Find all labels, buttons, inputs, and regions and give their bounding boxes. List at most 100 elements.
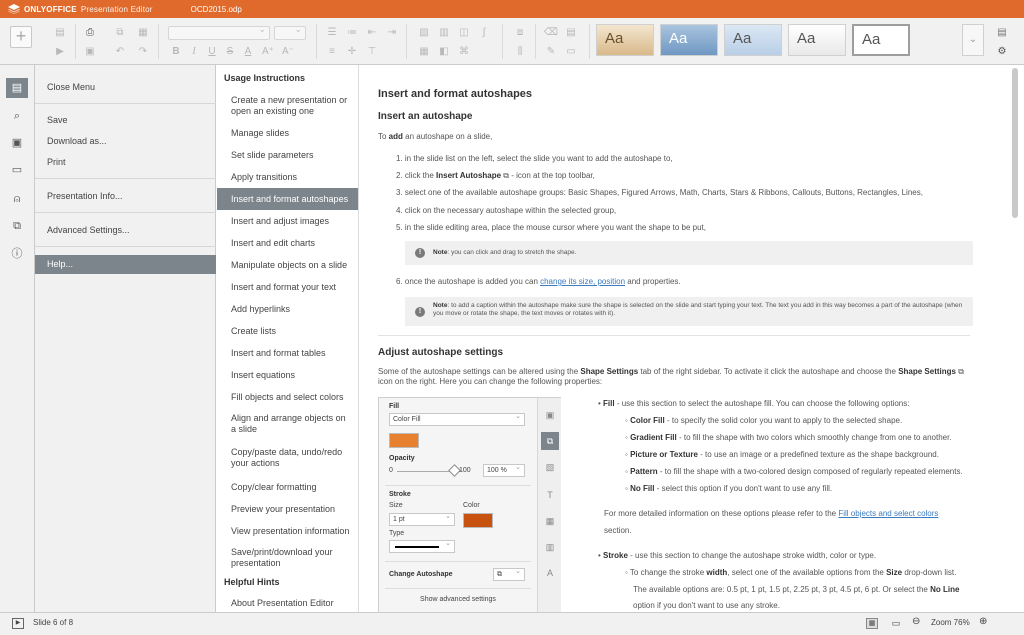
line-spacing-icon[interactable]: ✛: [344, 45, 360, 59]
fill-colors-link[interactable]: Fill objects and select colors: [838, 509, 938, 518]
save-icon[interactable]: ▣: [82, 45, 98, 59]
toc-item[interactable]: Insert and adjust images: [217, 211, 358, 231]
decrease-indent-icon[interactable]: ⇤: [364, 26, 380, 40]
toc-item[interactable]: Insert equations: [217, 365, 358, 385]
clear-style-icon[interactable]: ⌫: [543, 26, 559, 40]
settings-icon[interactable]: ⚙: [994, 45, 1010, 59]
size-position-link[interactable]: change its size, position: [540, 277, 625, 286]
comments-icon[interactable]: ▭: [6, 160, 28, 180]
theme-thumbnail[interactable]: Aa: [852, 24, 910, 56]
equation-icon[interactable]: ∫: [476, 26, 492, 40]
add-slide-button[interactable]: +: [10, 26, 32, 48]
copy-icon[interactable]: ⧉: [112, 26, 128, 40]
theme-thumbnail[interactable]: Aa: [596, 24, 654, 56]
bold-icon[interactable]: B: [168, 45, 184, 59]
font-shrink-icon[interactable]: A⁻: [280, 45, 296, 59]
article-title: Insert and format autoshapes: [378, 88, 533, 100]
numbering-icon[interactable]: ≔: [344, 26, 360, 40]
zoom-in-icon[interactable]: ⊕: [979, 616, 987, 627]
slide-size-icon[interactable]: ▭: [563, 45, 579, 59]
shape-icon[interactable]: ◧: [436, 45, 452, 59]
strikethrough-icon[interactable]: S: [222, 45, 238, 59]
start-slideshow-icon[interactable]: ▶: [52, 45, 68, 59]
file-menu: Close Menu Save Download as... Print Pre…: [35, 65, 216, 612]
color-scheme-icon[interactable]: ▤: [563, 26, 579, 40]
stroke-bullet: • Stroke - use this section to change th…: [598, 551, 877, 560]
italic-icon[interactable]: I: [186, 45, 202, 59]
menu-print[interactable]: Print: [35, 153, 216, 172]
toc-item[interactable]: Create a new presentation or open an exi…: [217, 91, 358, 121]
toc-item[interactable]: About Presentation Editor: [217, 593, 358, 612]
fit-slide-icon[interactable]: ▦: [866, 618, 878, 629]
menu-presentation-info[interactable]: Presentation Info...: [35, 187, 216, 206]
fill-bullet: • Fill - use this section to select the …: [598, 399, 910, 408]
slide-counter: Slide 6 of 8: [33, 618, 74, 627]
undo-icon[interactable]: ↶: [112, 45, 128, 59]
chart-icon[interactable]: ▥: [436, 26, 452, 40]
menu-save[interactable]: Save: [35, 111, 216, 130]
paste-icon[interactable]: ▦: [135, 26, 151, 40]
menu-close[interactable]: Close Menu: [35, 78, 216, 97]
align-shape-icon[interactable]: ⫼: [512, 45, 528, 59]
stroke-type-select: [389, 538, 455, 553]
view-settings-icon[interactable]: ▤: [994, 26, 1010, 40]
toc-item[interactable]: Add hyperlinks: [217, 299, 358, 319]
menu-advanced-settings[interactable]: Advanced Settings...: [35, 221, 216, 240]
bullets-icon[interactable]: ☰: [324, 26, 340, 40]
toc-item[interactable]: Copy/paste data, undo/redo your actions: [217, 443, 358, 473]
image-icon[interactable]: ▧: [416, 26, 432, 40]
slides-icon[interactable]: ▣: [6, 133, 28, 153]
toc-item[interactable]: Create lists: [217, 321, 358, 341]
underline-icon[interactable]: U: [204, 45, 220, 59]
text-box-icon[interactable]: ◫: [456, 26, 472, 40]
toc-item-active[interactable]: Insert and format autoshapes: [217, 188, 358, 210]
change-autoshape-label: Change Autoshape: [389, 571, 453, 578]
theme-thumbnail[interactable]: Aa: [788, 24, 846, 56]
toc-item[interactable]: Insert and format your text: [217, 277, 358, 297]
font-grow-icon[interactable]: A⁺: [260, 45, 276, 59]
font-size-select[interactable]: [274, 24, 306, 40]
menu-help[interactable]: Help...: [35, 255, 216, 274]
toc-item[interactable]: Preview your presentation: [217, 499, 358, 519]
file-icon[interactable]: ▤: [6, 78, 28, 98]
theme-thumbnail[interactable]: Aa: [724, 24, 782, 56]
search-icon[interactable]: ⌕: [6, 106, 28, 126]
theme-more-button[interactable]: ⌄: [962, 24, 984, 56]
theme-thumbnail[interactable]: Aa: [660, 24, 718, 56]
toc-item[interactable]: Insert and format tables: [217, 343, 358, 363]
toc-item[interactable]: Manipulate objects on a slide: [217, 255, 358, 275]
toc-item[interactable]: Copy/clear formatting: [217, 477, 358, 497]
toc-item[interactable]: Set slide parameters: [217, 145, 358, 165]
toc-item[interactable]: Fill objects and select colors: [217, 387, 358, 407]
arrange-icon[interactable]: ⧈: [512, 26, 528, 40]
font-color-icon[interactable]: A: [240, 45, 256, 59]
brand-name: ONLYOFFICE: [24, 4, 77, 14]
zoom-out-icon[interactable]: ⊖: [912, 616, 920, 627]
print-icon[interactable]: ⎙: [82, 26, 98, 40]
layout-icon[interactable]: ▤: [52, 26, 68, 40]
article-scrollbar[interactable]: [1012, 68, 1018, 218]
vertical-align-icon[interactable]: ⊤: [364, 45, 380, 59]
toc-item[interactable]: Save/print/download your presentation: [217, 543, 358, 573]
user-icon[interactable]: ⍝: [6, 189, 28, 209]
align-left-icon[interactable]: ≡: [324, 45, 340, 59]
toc-item[interactable]: Insert and edit charts: [217, 233, 358, 253]
table-icon[interactable]: ▦: [416, 45, 432, 59]
menu-download-as[interactable]: Download as...: [35, 132, 216, 151]
copy-style-icon[interactable]: ✎: [543, 45, 559, 59]
font-name-select[interactable]: [168, 24, 270, 40]
toc-item[interactable]: View presentation information: [217, 521, 358, 541]
opacity-label: Opacity: [389, 455, 415, 462]
toc-item[interactable]: Apply transitions: [217, 167, 358, 187]
fit-width-icon[interactable]: ▭: [890, 618, 902, 629]
redo-icon[interactable]: ↷: [135, 45, 151, 59]
start-slideshow-icon[interactable]: ▶: [12, 618, 24, 629]
toc-item[interactable]: Align and arrange objects on a slide: [217, 409, 358, 439]
hyperlink-icon[interactable]: ⌘: [456, 45, 472, 59]
increase-indent-icon[interactable]: ⇥: [384, 26, 400, 40]
article-paragraph: To add an autoshape on a slide,: [378, 132, 493, 141]
about-icon[interactable]: ⓘ: [6, 244, 28, 264]
toc-item[interactable]: Manage slides: [217, 123, 358, 143]
plugins-icon[interactable]: ⧉: [6, 216, 28, 236]
theme-label: Aa: [797, 30, 816, 47]
